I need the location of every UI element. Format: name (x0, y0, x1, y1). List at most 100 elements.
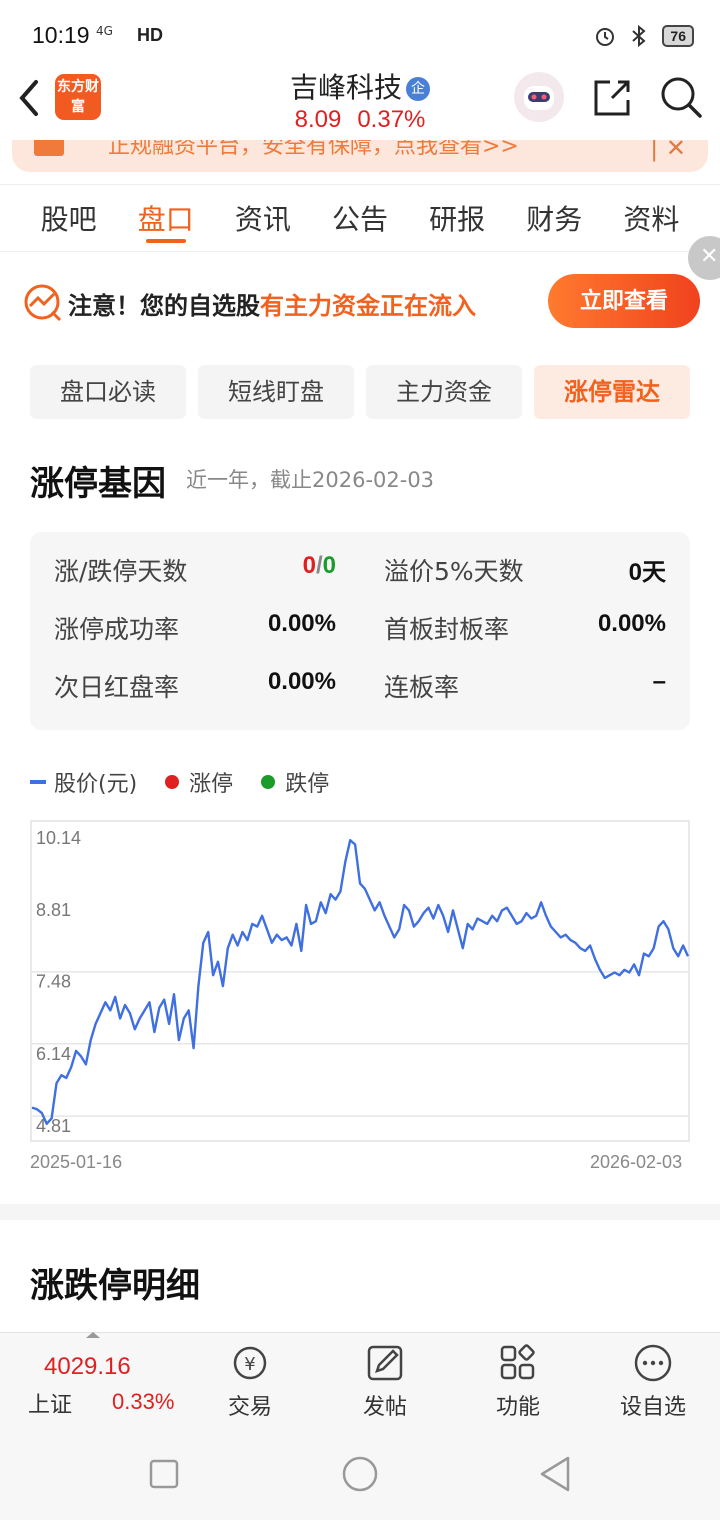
promo-banner-text: 正规融资平台，安全有保障，点我查看>> (108, 140, 519, 159)
trade-label: 交易 (227, 1395, 272, 1420)
chart-start-date: 2025-01-16 (30, 1152, 123, 1172)
section-divider (0, 1204, 720, 1220)
limit-stats-card: 涨/跌停天数 0/0 溢价5%天数 0天 涨停成功率 0.00% 首板封板率 0… (30, 532, 690, 730)
premium-days-label: 溢价5%天数 (384, 557, 524, 586)
stat-row: 涨停成功率 0.00% 首板封板率 0.00% (30, 610, 690, 660)
y-tick-label: 6.14 (36, 1044, 71, 1064)
subtab-limit-radar[interactable]: 涨停雷达 (534, 365, 690, 419)
expand-caret-icon[interactable] (86, 1332, 100, 1338)
post-label: 发帖 (362, 1395, 407, 1420)
stock-change-pct: 0.37% (357, 106, 426, 133)
speaker-icon (34, 140, 64, 156)
stock-price: 8.09 (294, 106, 342, 133)
tab-announcements[interactable]: 公告 (311, 185, 408, 251)
recents-icon[interactable] (144, 1454, 184, 1494)
home-icon[interactable] (340, 1454, 380, 1494)
subtab-short-term[interactable]: 短线盯盘 (198, 365, 354, 419)
limit-gene-title: 涨停基因 (30, 464, 166, 504)
consecutive-board-value: – (652, 668, 666, 695)
next-day-red-label: 次日红盘率 (54, 673, 180, 702)
tab-research[interactable]: 研报 (409, 185, 506, 251)
consecutive-board-label: 连板率 (384, 673, 460, 702)
more-icon (634, 1344, 672, 1382)
legend-red-dot (165, 775, 180, 789)
apps-icon (500, 1344, 535, 1380)
legend-price: 股价(元) (30, 766, 137, 798)
assistant-robot-icon[interactable] (514, 72, 564, 122)
bottom-toolbar: 4029.16 上证 0.33% ¥ 交易 发帖 功能 设自选 (0, 1332, 720, 1430)
tab-pankou[interactable]: 盘口 (117, 185, 214, 251)
price-chart: 10.14 8.81 7.48 6.14 4.81 (30, 820, 690, 1142)
first-board-label: 首板封板率 (384, 615, 510, 644)
enterprise-badge: 企 (406, 77, 430, 101)
back-nav-icon[interactable] (536, 1454, 576, 1494)
legend-limit-up: 涨停 (165, 766, 233, 798)
status-icons: 76 (594, 24, 694, 48)
network-indicator: 4G (96, 24, 113, 38)
chart-end-date: 2026-02-03 (590, 1152, 683, 1172)
index-name[interactable]: 上证 (28, 1387, 72, 1419)
search-icon[interactable] (658, 74, 704, 120)
legend-price-label: 股价(元) (54, 772, 138, 797)
sub-tabs: 盘口必读 短线盯盘 主力资金 涨停雷达 (30, 365, 690, 419)
y-tick-label: 10.14 (36, 828, 81, 848)
post-button[interactable]: 发帖 (330, 1339, 440, 1425)
index-change-pct[interactable]: 0.33% (112, 1389, 174, 1415)
stat-row: 次日红盘率 0.00% 连板率 – (30, 668, 690, 718)
hd-indicator: HD (137, 25, 163, 45)
index-value[interactable]: 4029.16 (44, 1353, 131, 1381)
main-tabs: 股吧 盘口 资讯 公告 研报 财务 资料 (0, 184, 720, 252)
first-board-value: 0.00% (597, 610, 666, 637)
status-time: 10:19 (32, 22, 90, 48)
premium-days-value: 0天 (628, 559, 666, 586)
success-rate-value: 0.00% (267, 610, 336, 637)
banner-close-icon[interactable]: | ✕ (650, 140, 686, 162)
tab-finance[interactable]: 财务 (506, 185, 603, 251)
chart-frame (30, 820, 690, 1142)
legend-limit-up-label: 涨停 (189, 772, 234, 797)
legend-limit-down: 跌停 (261, 766, 329, 798)
y-tick-label: 7.48 (36, 972, 71, 992)
alarm-icon (596, 28, 615, 46)
trade-icon: ¥ (233, 1346, 267, 1380)
limit-days-value: 0/0 (260, 552, 336, 580)
tab-guba[interactable]: 股吧 (20, 185, 117, 251)
y-tick-label: 4.81 (36, 1116, 71, 1136)
trend-alert-icon (24, 284, 62, 322)
limit-down-days: 0 (322, 552, 336, 579)
notice-highlight: 有主力资金正在流入 (260, 292, 476, 320)
chart-legend: 股价(元) 涨停 跌停 (30, 766, 357, 798)
promo-banner[interactable]: 正规融资平台，安全有保障，点我查看>> | ✕ (12, 140, 708, 172)
legend-green-dot (261, 775, 276, 789)
legend-limit-down-label: 跌停 (285, 772, 330, 797)
subtab-must-read[interactable]: 盘口必读 (30, 365, 186, 419)
system-nav-bar (0, 1430, 720, 1520)
add-watchlist-button[interactable]: 设自选 (598, 1339, 708, 1425)
subtab-main-funds[interactable]: 主力资金 (366, 365, 522, 419)
limit-days-separator: / (315, 552, 323, 579)
features-button[interactable]: 功能 (463, 1339, 573, 1425)
bluetooth-icon (632, 24, 646, 48)
stock-header: 东方财富 吉峰科技企 8.09 0.37% (0, 62, 720, 144)
limit-days-label: 涨/跌停天数 (54, 557, 188, 586)
trade-button[interactable]: ¥ 交易 (195, 1339, 305, 1425)
limit-up-days: 0 (302, 552, 316, 579)
stock-name-text: 吉峰科技 (289, 71, 402, 104)
notice-prefix: 注意！您的自选股 (68, 292, 260, 320)
features-label: 功能 (495, 1395, 540, 1420)
next-day-red-value: 0.00% (267, 668, 336, 695)
svg-text:¥: ¥ (244, 1354, 255, 1375)
tab-news[interactable]: 资讯 (214, 185, 311, 251)
add-watchlist-label: 设自选 (619, 1395, 686, 1420)
capital-inflow-notice: 注意！您的自选股有主力资金正在流入 立即查看 (0, 262, 720, 342)
battery-indicator: 76 (662, 25, 694, 47)
limit-detail-title: 涨跌停明细 (30, 1266, 200, 1306)
view-now-button[interactable]: 立即查看 (548, 274, 700, 328)
edit-icon (367, 1345, 403, 1381)
limit-gene-subtitle: 近一年，截止2026-02-03 (186, 468, 435, 492)
success-rate-label: 涨停成功率 (54, 615, 180, 644)
share-icon[interactable] (590, 76, 634, 120)
notice-text: 注意！您的自选股有主力资金正在流入 (68, 286, 476, 321)
y-tick-label: 8.81 (36, 900, 71, 920)
tab-profile[interactable]: 资料 (603, 185, 700, 251)
